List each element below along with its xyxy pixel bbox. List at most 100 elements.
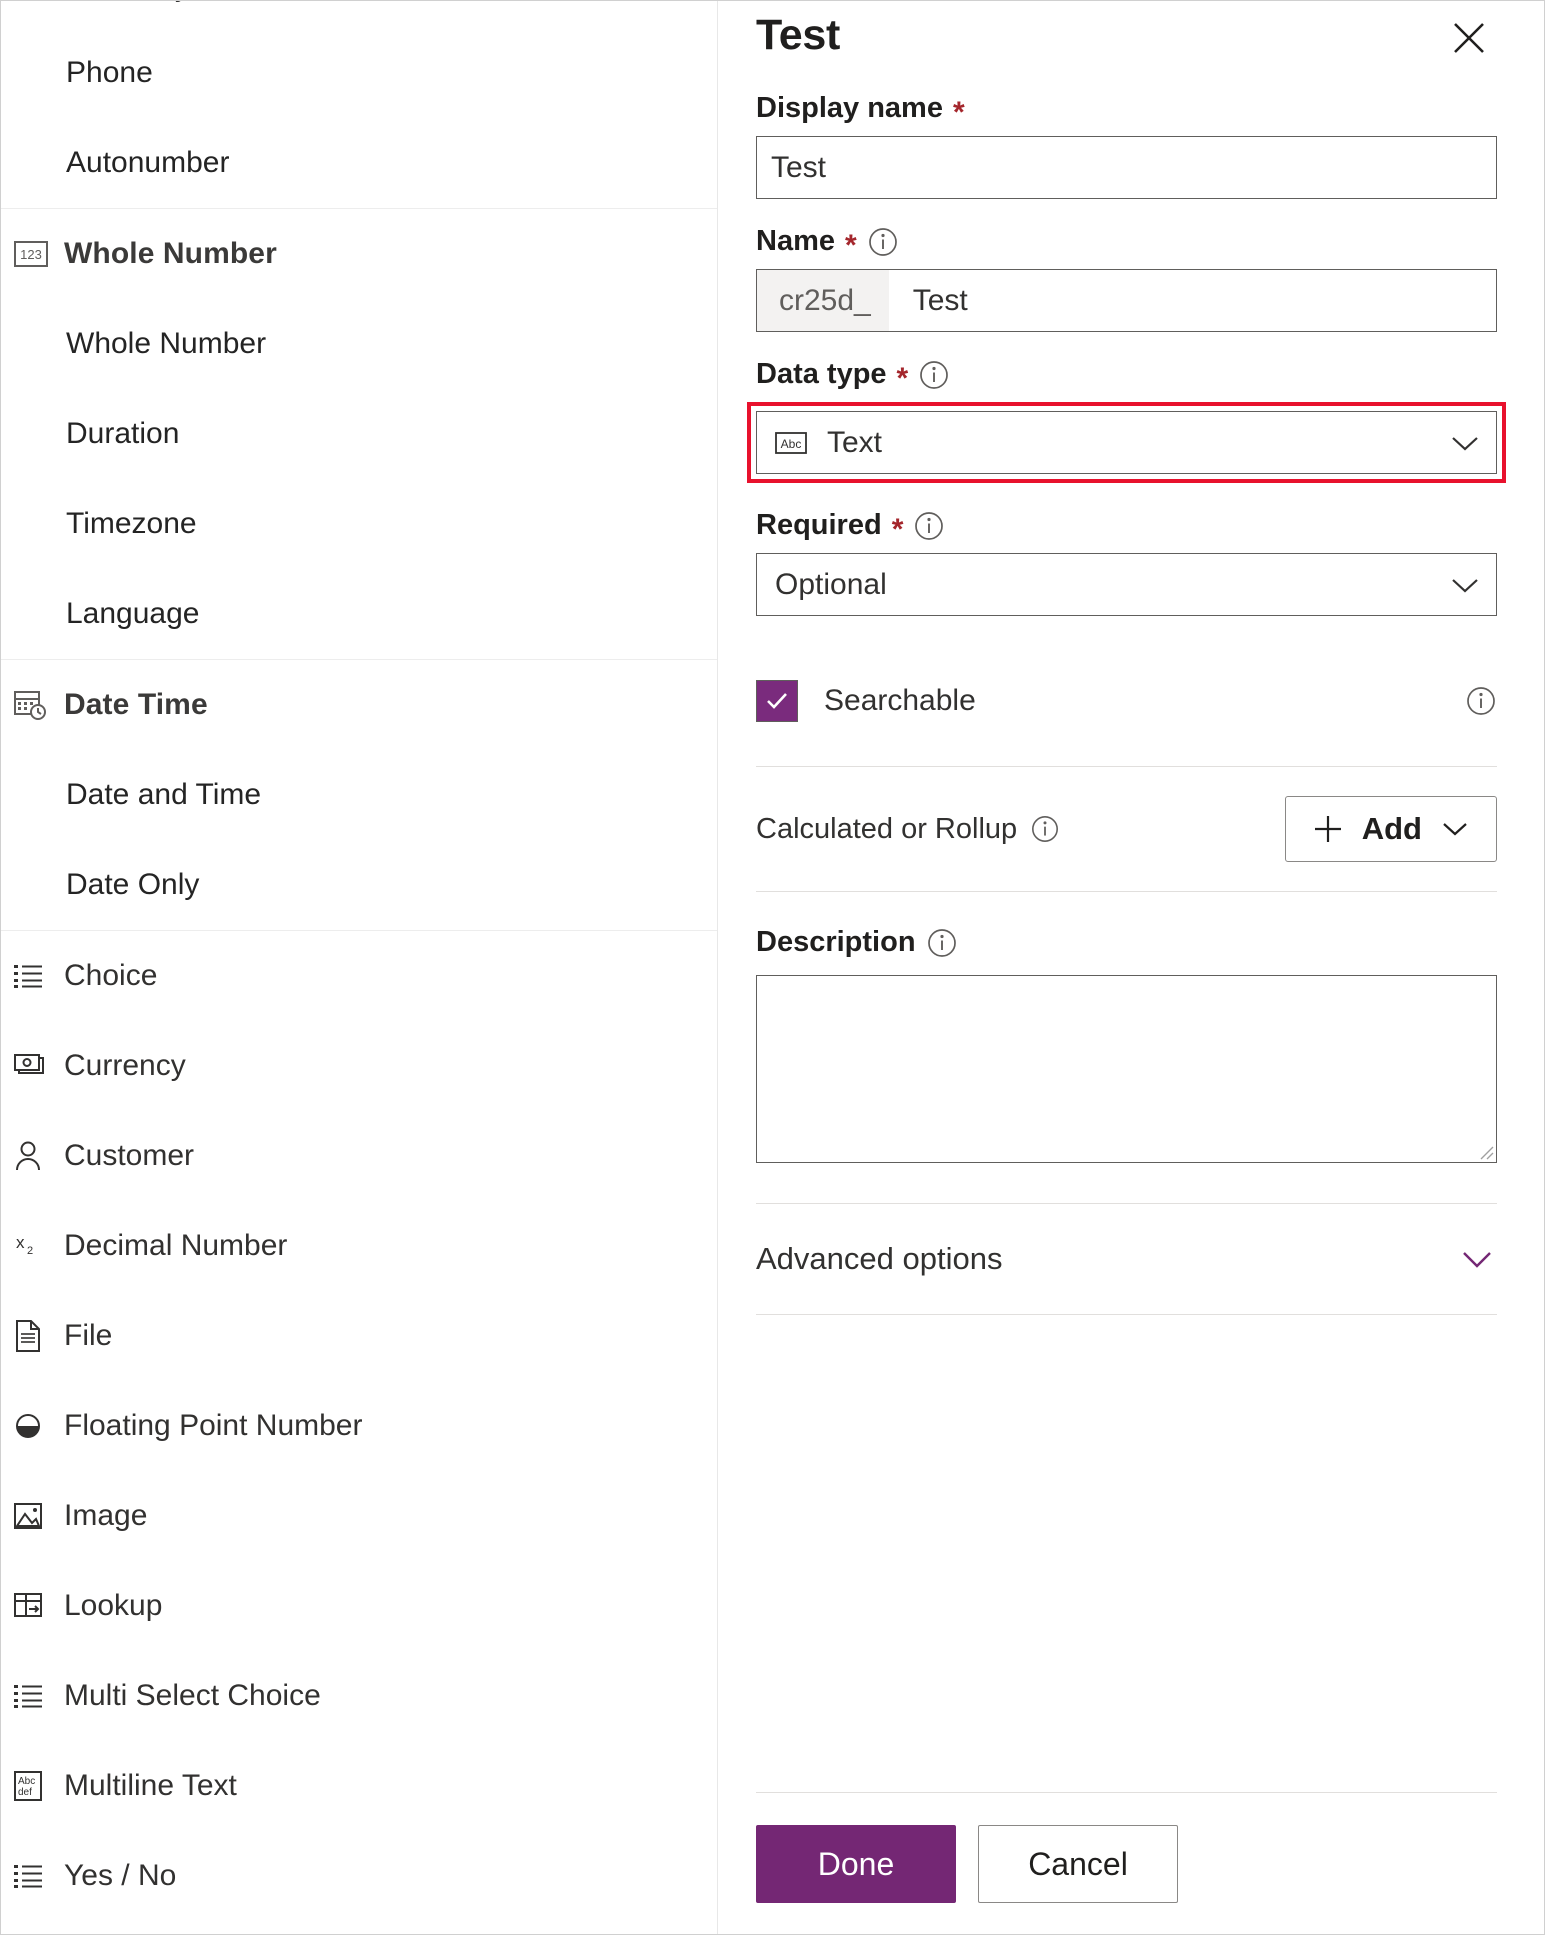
data-type-item-date-only[interactable]: Date Only — [0, 840, 717, 930]
done-button[interactable]: Done — [756, 1825, 956, 1903]
data-type-item-multiline-text[interactable]: Abc def Multiline Text — [0, 1741, 717, 1831]
data-type-item-label: Phone — [66, 56, 153, 89]
data-type-group-label: Date Time — [64, 688, 208, 721]
list-icon — [14, 956, 60, 996]
panel-header: Test — [756, 0, 1497, 92]
panel-title: Test — [756, 11, 841, 59]
123-number-icon: 123 — [14, 234, 60, 274]
name-value: Test — [912, 283, 968, 317]
svg-text:123: 123 — [20, 247, 42, 262]
info-icon[interactable] — [913, 510, 945, 542]
info-icon[interactable] — [1029, 813, 1061, 845]
chevron-down-icon — [1448, 431, 1482, 455]
display-name-value: Test — [771, 150, 827, 184]
data-type-group-header-date-time[interactable]: Date Time — [0, 660, 717, 750]
description-textarea[interactable] — [756, 975, 1497, 1163]
data-type-group-label: Whole Number — [64, 237, 277, 270]
description-label: Description — [756, 926, 916, 958]
info-icon[interactable] — [926, 927, 958, 959]
data-type-item-label: Autonumber — [66, 146, 230, 179]
data-type-item-label: Ticker Symbol — [66, 0, 255, 4]
abc-def-icon: Abc def — [14, 1766, 60, 1806]
data-type-item-file[interactable]: File — [0, 1291, 717, 1381]
lookup-icon — [14, 1586, 60, 1626]
data-type-list[interactable]: Ticker Symbol Phone Autonumber 123 Whole… — [0, 0, 718, 1935]
calculated-or-rollup-row: Calculated or Rollup Add — [756, 767, 1497, 891]
required-label-row: Required * — [756, 509, 1497, 546]
data-type-item-autonumber[interactable]: Autonumber — [0, 118, 717, 208]
required-dropdown[interactable]: Optional — [756, 553, 1497, 616]
svg-text:Abc: Abc — [781, 437, 802, 451]
description-field: Description — [756, 892, 1497, 1163]
name-field: Name * cr25d_ Test — [756, 225, 1497, 332]
required-field: Required * Optional — [756, 509, 1497, 616]
data-type-item-yes-no[interactable]: Yes / No — [0, 1831, 717, 1921]
data-type-item-label: Multiline Text — [64, 1769, 237, 1802]
data-type-item-label: Decimal Number — [64, 1229, 288, 1262]
advanced-options-label: Advanced options — [756, 1241, 1003, 1276]
data-type-item-timezone[interactable]: Timezone — [0, 479, 717, 569]
advanced-options-toggle[interactable]: Advanced options — [756, 1204, 1497, 1314]
person-icon — [14, 1136, 60, 1176]
required-asterisk: * — [891, 512, 904, 546]
close-button[interactable] — [1445, 14, 1493, 62]
add-calculation-button[interactable]: Add — [1284, 796, 1497, 862]
data-type-item-whole-number[interactable]: Whole Number — [0, 299, 717, 389]
data-type-item-decimal-number[interactable]: x 2 Decimal Number — [0, 1201, 717, 1291]
searchable-checkbox[interactable] — [756, 680, 798, 722]
x-subscript-icon: x 2 — [14, 1226, 60, 1266]
data-type-item-label: Date Only — [66, 868, 200, 901]
data-type-item-floating-point-number[interactable]: Floating Point Number — [0, 1381, 717, 1471]
data-type-item-customer[interactable]: Customer — [0, 1111, 717, 1201]
data-type-item-image[interactable]: Image — [0, 1471, 717, 1561]
data-type-item-label: Lookup — [64, 1589, 163, 1622]
data-type-item-duration[interactable]: Duration — [0, 389, 717, 479]
name-input[interactable]: cr25d_ Test — [756, 269, 1497, 332]
searchable-label: Searchable — [824, 684, 976, 717]
data-type-item-multi-select-choice[interactable]: Multi Select Choice — [0, 1651, 717, 1741]
data-type-highlight-annotation: Abc Text — [747, 402, 1506, 483]
plus-icon — [1312, 813, 1344, 845]
svg-text:Abc: Abc — [18, 1776, 35, 1787]
required-asterisk: * — [952, 95, 965, 129]
data-type-item-date-and-time[interactable]: Date and Time — [0, 750, 717, 840]
data-type-dropdown[interactable]: Abc Text — [756, 411, 1497, 474]
data-type-label: Data type — [756, 358, 887, 390]
info-icon[interactable] — [918, 359, 950, 391]
display-name-label-row: Display name * — [756, 92, 1497, 129]
resize-grip-icon[interactable] — [1478, 1144, 1494, 1160]
list-icon — [14, 1856, 60, 1896]
data-type-item-choice[interactable]: Choice — [0, 931, 717, 1021]
file-icon — [14, 1316, 60, 1356]
panel-footer: Done Cancel — [756, 1792, 1497, 1935]
info-icon[interactable] — [867, 226, 899, 258]
field-editor-screen: Ticker Symbol Phone Autonumber 123 Whole… — [0, 0, 1545, 1935]
display-name-field: Display name * Test — [756, 92, 1497, 199]
data-type-item-phone[interactable]: Phone — [0, 28, 717, 118]
data-type-item-label: File — [64, 1319, 113, 1352]
data-type-item-currency[interactable]: Currency — [0, 1021, 717, 1111]
data-type-value: Text — [827, 425, 883, 459]
display-name-label: Display name — [756, 92, 943, 124]
data-type-item-label: Whole Number — [66, 327, 267, 360]
data-type-item-label: Customer — [64, 1139, 195, 1172]
display-name-input[interactable]: Test — [756, 136, 1497, 199]
image-icon — [14, 1496, 60, 1536]
searchable-row: Searchable — [756, 680, 1497, 722]
data-type-item-label: Yes / No — [64, 1859, 177, 1892]
data-type-group-header-whole-number[interactable]: 123 Whole Number — [0, 209, 717, 299]
svg-text:2: 2 — [27, 1245, 33, 1257]
required-label: Required — [756, 509, 882, 541]
data-type-item-ticker-symbol[interactable]: Ticker Symbol — [0, 0, 717, 28]
data-type-item-language[interactable]: Language — [0, 569, 717, 659]
half-circle-icon — [14, 1406, 60, 1446]
svg-text:x: x — [16, 1233, 25, 1252]
info-icon[interactable] — [1465, 685, 1497, 717]
data-type-item-lookup[interactable]: Lookup — [0, 1561, 717, 1651]
data-type-item-label: Floating Point Number — [64, 1409, 363, 1442]
panel-spacer — [756, 1315, 1497, 1792]
close-icon — [1454, 23, 1484, 53]
data-type-item-label: Image — [64, 1499, 148, 1532]
done-button-label: Done — [817, 1845, 895, 1882]
cancel-button[interactable]: Cancel — [978, 1825, 1178, 1903]
